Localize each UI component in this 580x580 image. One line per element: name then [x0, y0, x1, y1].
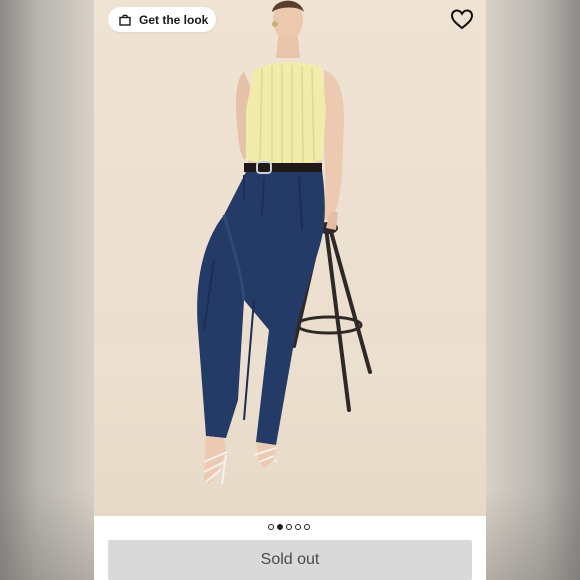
- pagination-dot[interactable]: [295, 523, 301, 530]
- blurred-side-left: [0, 0, 94, 580]
- sold-out-button[interactable]: Sold out: [108, 540, 472, 580]
- get-the-look-button[interactable]: Get the look: [108, 7, 216, 32]
- model-illustration: [197, 0, 372, 485]
- pagination-dot-active[interactable]: [277, 523, 283, 530]
- get-the-look-label: Get the look: [139, 12, 209, 27]
- pagination-dot[interactable]: [304, 523, 310, 530]
- pagination-dot[interactable]: [268, 523, 274, 530]
- pagination-dot[interactable]: [286, 523, 292, 530]
- image-pagination: [268, 522, 310, 531]
- product-image[interactable]: [94, 0, 486, 516]
- heart-icon: [450, 9, 474, 30]
- shopping-bag-icon: [119, 14, 131, 26]
- blurred-side-right: [486, 0, 580, 580]
- favorite-button[interactable]: [449, 7, 475, 31]
